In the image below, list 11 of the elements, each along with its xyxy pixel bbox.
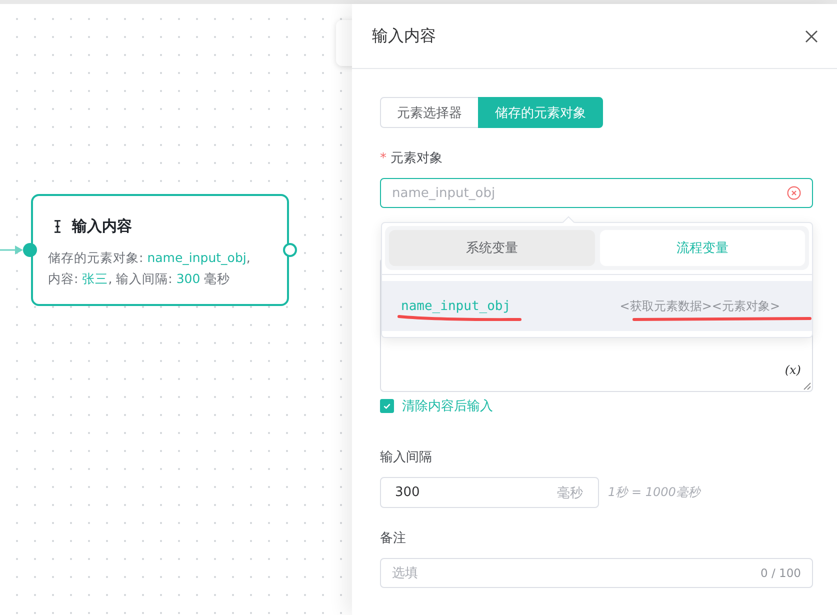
field-label: 备注 — [380, 530, 406, 548]
variable-name: name_input_obj — [401, 298, 511, 314]
field-label: * 元素对象 — [380, 150, 442, 168]
unit-label: 毫秒 — [557, 484, 583, 502]
char-counter: 0 / 100 — [760, 566, 801, 580]
node-title: 输入内容 — [72, 216, 132, 236]
field-label: 输入间隔 — [380, 449, 432, 467]
node-description: 储存的元素对象: name_input_obj, 内容: 张三, 输入间隔: 300 毫秒 — [48, 249, 252, 288]
interval-hint: 1秒 = 1000毫秒 — [608, 484, 700, 501]
drawer-title: 输入内容 — [372, 26, 436, 46]
variable-source: <获取元素数据><元素对象> — [620, 298, 780, 314]
